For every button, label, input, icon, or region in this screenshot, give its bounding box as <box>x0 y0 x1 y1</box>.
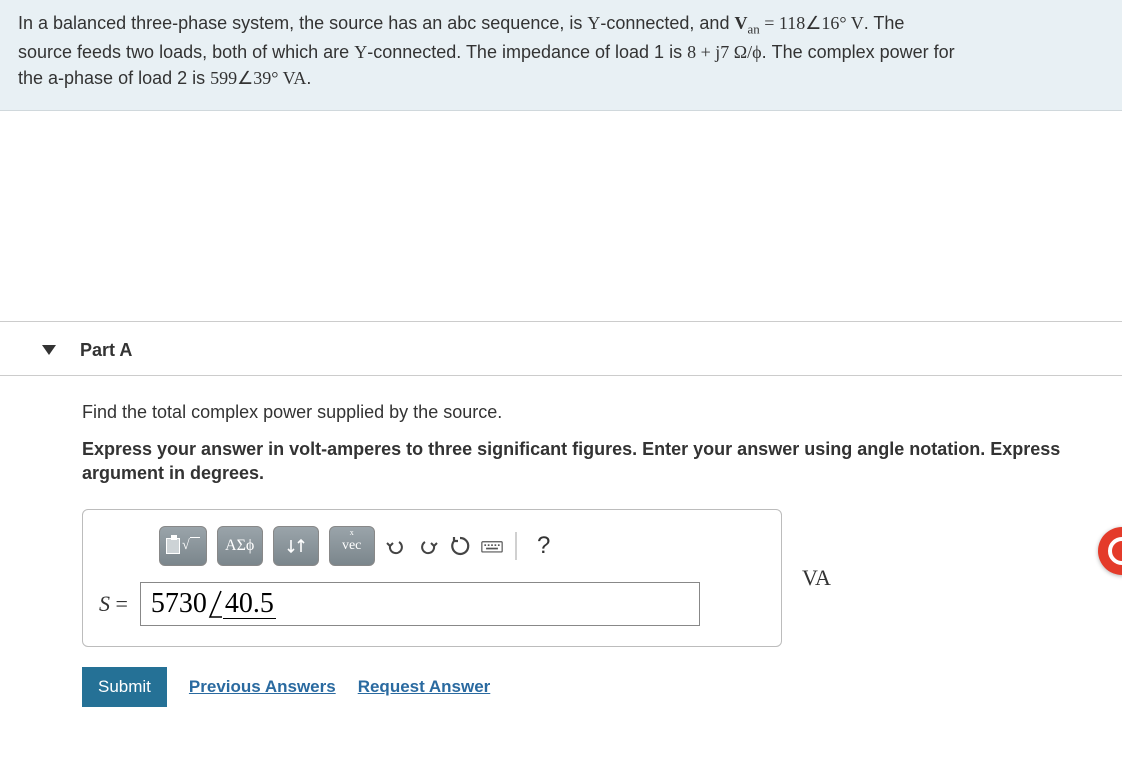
text: source feeds two loads, both of which ar… <box>18 42 354 62</box>
request-answer-link[interactable]: Request Answer <box>358 677 491 697</box>
equals: = <box>760 13 779 33</box>
instruction-secondary: Express your answer in volt-amperes to t… <box>82 437 1080 486</box>
subsup-button[interactable] <box>273 526 319 566</box>
text: . <box>306 68 311 88</box>
var-V: V <box>734 13 747 33</box>
help-button[interactable]: ? <box>529 532 559 560</box>
answer-row: S = 5730 40.5 <box>99 582 765 626</box>
answer-magnitude: 5730 <box>151 588 207 620</box>
angle-symbol: ∠ <box>805 13 821 33</box>
answer-panel: √ ΑΣϕ x vec <box>82 509 782 647</box>
angle-deg: 39° <box>253 68 278 88</box>
text: In a balanced three-phase system, the so… <box>18 13 587 33</box>
greek-button[interactable]: ΑΣϕ <box>217 526 263 566</box>
value: 599 <box>210 68 237 88</box>
vec-button[interactable]: x vec <box>329 526 375 566</box>
angle-symbol-icon <box>207 589 223 619</box>
previous-answers-link[interactable]: Previous Answers <box>189 677 336 697</box>
angle-deg: 16° <box>821 13 846 33</box>
part-title: Part A <box>80 340 132 361</box>
vec-label: vec <box>342 538 361 554</box>
answer-input[interactable]: 5730 40.5 <box>140 582 700 626</box>
submit-row: Submit Previous Answers Request Answer <box>82 667 1080 707</box>
answer-variable: S = <box>99 591 128 617</box>
unit: VA <box>278 68 306 88</box>
reset-button[interactable] <box>449 535 471 557</box>
text: . The <box>864 13 905 33</box>
toolbar-separator <box>515 532 517 560</box>
templates-button[interactable]: √ <box>159 526 207 566</box>
redo-button[interactable] <box>417 535 439 557</box>
keyboard-button[interactable] <box>481 535 503 557</box>
answer-angle-wrap: 40.5 <box>207 589 276 619</box>
angle-symbol: ∠ <box>237 68 253 88</box>
part-body: Find the total complex power supplied by… <box>0 376 1122 708</box>
text: -connected, and <box>600 13 734 33</box>
text: -connected. The impedance of load 1 is <box>367 42 687 62</box>
collapse-caret-icon[interactable] <box>42 345 56 355</box>
unit: V <box>847 13 864 33</box>
undo-button[interactable] <box>385 535 407 557</box>
answer-unit: VA <box>802 565 831 591</box>
text: the a-phase of load 2 is <box>18 68 210 88</box>
problem-statement: In a balanced three-phase system, the so… <box>0 0 1122 111</box>
fraction-icon <box>166 538 180 554</box>
math-toolbar: √ ΑΣϕ x vec <box>159 526 765 566</box>
var-Y: Y <box>587 13 600 33</box>
value: 118 <box>779 13 805 33</box>
subsup-icon <box>285 536 307 556</box>
var-V-sub: an <box>747 22 759 37</box>
impedance: 8 + j7 Ω/ϕ <box>687 42 762 62</box>
var-Y: Y <box>354 42 367 62</box>
text: . The complex power for <box>762 42 955 62</box>
submit-button[interactable]: Submit <box>82 667 167 707</box>
sqrt-icon: √ <box>182 537 200 554</box>
answer-angle: 40.5 <box>223 590 276 619</box>
part-header[interactable]: Part A <box>0 321 1122 376</box>
instruction-primary: Find the total complex power supplied by… <box>82 402 1080 423</box>
